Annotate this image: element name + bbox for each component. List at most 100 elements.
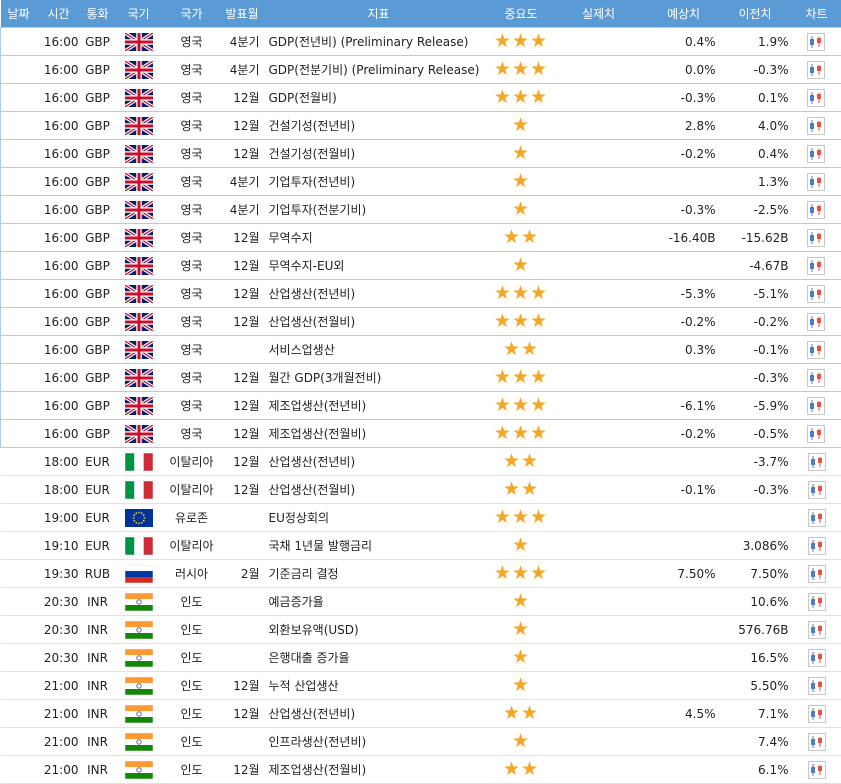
indicator-cell[interactable]: 제조업생산(전월비) xyxy=(264,420,494,448)
header-country[interactable]: 국가 xyxy=(163,0,221,28)
table-row[interactable]: 19:10EUR이탈리아국채 1년물 발행금리★3.086% xyxy=(1,532,841,560)
header-forecast[interactable]: 예상치 xyxy=(649,0,719,28)
indicator-cell[interactable]: 제조업생산(전년비) xyxy=(264,392,494,420)
table-row[interactable]: 20:30INR인도은행대출 증가율★16.5% xyxy=(1,644,841,672)
table-row[interactable]: 21:00INR인도인프라생산(전년비)★7.4% xyxy=(1,728,841,756)
chart-icon[interactable] xyxy=(807,257,825,275)
indicator-cell[interactable]: 산업생산(전월비) xyxy=(264,476,494,504)
chart-icon[interactable] xyxy=(807,201,825,219)
table-row[interactable]: 16:00GBP영국12월산업생산(전월비)★★★-0.2%-0.2% xyxy=(1,308,841,336)
importance-cell: ★★ xyxy=(494,700,549,728)
header-actual[interactable]: 실제치 xyxy=(549,0,649,28)
header-indicator[interactable]: 지표 xyxy=(264,0,494,28)
chart-icon[interactable] xyxy=(807,369,825,387)
header-period[interactable]: 발표월 xyxy=(221,0,264,28)
header-importance[interactable]: 중요도 xyxy=(494,0,549,28)
chart-icon[interactable] xyxy=(808,761,826,779)
chart-icon[interactable] xyxy=(808,537,826,555)
chart-icon[interactable] xyxy=(807,397,825,415)
indicator-cell[interactable]: 건설기성(전년비) xyxy=(264,112,494,140)
chart-icon[interactable] xyxy=(807,89,825,107)
indicator-cell[interactable]: 산업생산(전년비) xyxy=(264,448,494,476)
indicator-cell[interactable]: GDP(전월비) xyxy=(264,84,494,112)
indicator-cell[interactable]: GDP(전년비) (Preliminary Release) xyxy=(264,28,494,56)
table-row[interactable]: 16:00GBP영국12월무역수지-EU외★-4.67B xyxy=(1,252,841,280)
table-row[interactable]: 16:00GBP영국12월산업생산(전년비)★★★-5.3%-5.1% xyxy=(1,280,841,308)
table-row[interactable]: 16:00GBP영국4분기GDP(전분기비) (Preliminary Rele… xyxy=(1,56,841,84)
table-row[interactable]: 21:00INR인도12월산업생산(전년비)★★4.5%7.1% xyxy=(1,700,841,728)
chart-icon[interactable] xyxy=(807,117,825,135)
indicator-cell[interactable]: 월간 GDP(3개월전비) xyxy=(264,364,494,392)
indicator-cell[interactable]: EU정상회의 xyxy=(264,504,494,532)
indicator-cell[interactable]: 인프라생산(전년비) xyxy=(264,728,494,756)
chart-icon[interactable] xyxy=(808,565,826,583)
header-flag[interactable]: 국기 xyxy=(115,0,163,28)
table-row[interactable]: 16:00GBP영국12월제조업생산(전년비)★★★-6.1%-5.9% xyxy=(1,392,841,420)
chart-icon[interactable] xyxy=(808,453,826,471)
header-previous[interactable]: 이전치 xyxy=(719,0,792,28)
chart-icon[interactable] xyxy=(808,733,826,751)
header-currency[interactable]: 통화 xyxy=(81,0,115,28)
indicator-cell[interactable]: 무역수지 xyxy=(264,224,494,252)
indicator-cell[interactable]: 산업생산(전월비) xyxy=(264,308,494,336)
indicator-cell[interactable]: 국채 1년물 발행금리 xyxy=(264,532,494,560)
indicator-cell[interactable]: 기준금리 결정 xyxy=(264,560,494,588)
indicator-cell[interactable]: 기업투자(전분기비) xyxy=(264,196,494,224)
actual-cell xyxy=(549,112,649,140)
table-row[interactable]: 16:00GBP영국4분기기업투자(전년비)★1.3% xyxy=(1,168,841,196)
chart-icon[interactable] xyxy=(808,621,826,639)
indicator-cell[interactable]: 제조업생산(전월비) xyxy=(264,756,494,784)
chart-cell xyxy=(792,168,841,196)
table-row[interactable]: 18:00EUR이탈리아12월산업생산(전년비)★★-3.7% xyxy=(1,448,841,476)
country-cell: 영국 xyxy=(163,56,221,84)
table-row[interactable]: 16:00GBP영국12월GDP(전월비)★★★-0.3%0.1% xyxy=(1,84,841,112)
chart-icon[interactable] xyxy=(807,425,825,443)
indicator-cell[interactable]: GDP(전분기비) (Preliminary Release) xyxy=(264,56,494,84)
chart-icon[interactable] xyxy=(807,145,825,163)
header-chart[interactable]: 차트 xyxy=(792,0,841,28)
table-row[interactable]: 19:00EUR유로존EU정상회의★★★ xyxy=(1,504,841,532)
table-row[interactable]: 16:00GBP영국12월제조업생산(전월비)★★★-0.2%-0.5% xyxy=(1,420,841,448)
star-icon: ★ xyxy=(512,310,530,332)
chart-icon[interactable] xyxy=(807,285,825,303)
table-row[interactable]: 16:00GBP영국4분기GDP(전년비) (Preliminary Relea… xyxy=(1,28,841,56)
chart-icon[interactable] xyxy=(807,341,825,359)
chart-icon[interactable] xyxy=(807,313,825,331)
table-row[interactable]: 16:00GBP영국12월월간 GDP(3개월전비)★★★-0.3% xyxy=(1,364,841,392)
table-row[interactable]: 18:00EUR이탈리아12월산업생산(전월비)★★-0.1%-0.3% xyxy=(1,476,841,504)
indicator-cell[interactable]: 예금증가율 xyxy=(264,588,494,616)
chart-icon[interactable] xyxy=(808,705,826,723)
chart-icon[interactable] xyxy=(808,593,826,611)
indicator-cell[interactable]: 서비스업생산 xyxy=(264,336,494,364)
it-flag-icon xyxy=(125,481,153,499)
indicator-cell[interactable]: 산업생산(전년비) xyxy=(264,280,494,308)
chart-icon[interactable] xyxy=(808,677,826,695)
table-row[interactable]: 21:00INR인도12월제조업생산(전월비)★★6.1% xyxy=(1,756,841,784)
header-date[interactable]: 날짜 xyxy=(1,0,37,28)
table-row[interactable]: 16:00GBP영국서비스업생산★★0.3%-0.1% xyxy=(1,336,841,364)
chart-icon[interactable] xyxy=(807,33,825,51)
star-icon: ★ xyxy=(494,58,512,80)
indicator-cell[interactable]: 건설기성(전월비) xyxy=(264,140,494,168)
indicator-cell[interactable]: 외환보유액(USD) xyxy=(264,616,494,644)
indicator-cell[interactable]: 누적 산업생산 xyxy=(264,672,494,700)
header-time[interactable]: 시간 xyxy=(37,0,81,28)
chart-icon[interactable] xyxy=(807,229,825,247)
chart-icon[interactable] xyxy=(808,481,826,499)
table-row[interactable]: 19:30RUB러시아2월기준금리 결정★★★7.50%7.50% xyxy=(1,560,841,588)
indicator-cell[interactable]: 무역수지-EU외 xyxy=(264,252,494,280)
chart-icon[interactable] xyxy=(808,649,826,667)
indicator-cell[interactable]: 기업투자(전년비) xyxy=(264,168,494,196)
table-row[interactable]: 20:30INR인도예금증가율★10.6% xyxy=(1,588,841,616)
table-row[interactable]: 20:30INR인도외환보유액(USD)★576.76B xyxy=(1,616,841,644)
table-row[interactable]: 16:00GBP영국12월건설기성(전년비)★2.8%4.0% xyxy=(1,112,841,140)
table-row[interactable]: 16:00GBP영국12월건설기성(전월비)★-0.2%0.4% xyxy=(1,140,841,168)
table-row[interactable]: 16:00GBP영국12월무역수지★★-16.40B-15.62B xyxy=(1,224,841,252)
chart-icon[interactable] xyxy=(807,61,825,79)
table-row[interactable]: 16:00GBP영국4분기기업투자(전분기비)★-0.3%-2.5% xyxy=(1,196,841,224)
indicator-cell[interactable]: 은행대출 증가율 xyxy=(264,644,494,672)
table-row[interactable]: 21:00INR인도12월누적 산업생산★5.50% xyxy=(1,672,841,700)
chart-icon[interactable] xyxy=(807,173,825,191)
chart-icon[interactable] xyxy=(808,509,826,527)
indicator-cell[interactable]: 산업생산(전년비) xyxy=(264,700,494,728)
